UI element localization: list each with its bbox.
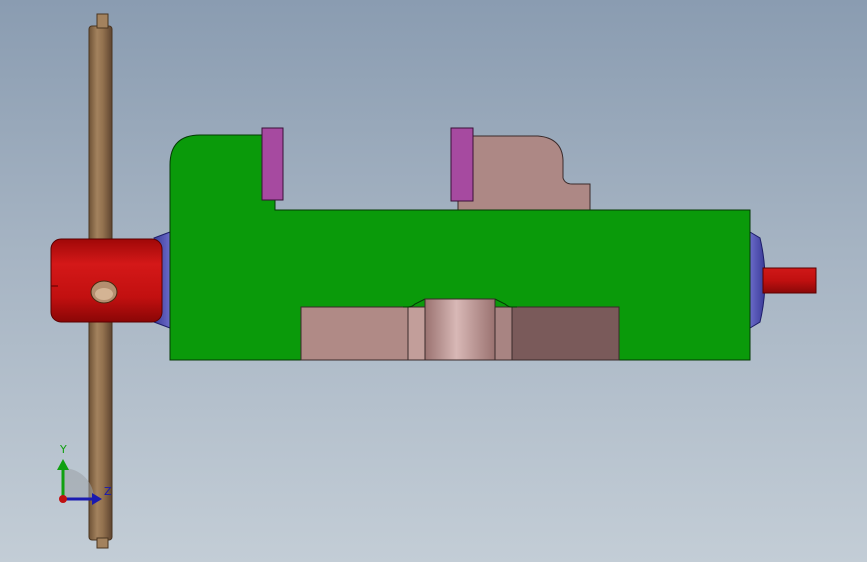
- orientation-triad: [57, 459, 102, 505]
- x-axis-origin: [59, 495, 67, 503]
- triad-z-label: Z: [104, 485, 112, 498]
- graphics-viewport[interactable]: Y Z: [0, 0, 867, 562]
- triad-y-label: Y: [60, 443, 67, 456]
